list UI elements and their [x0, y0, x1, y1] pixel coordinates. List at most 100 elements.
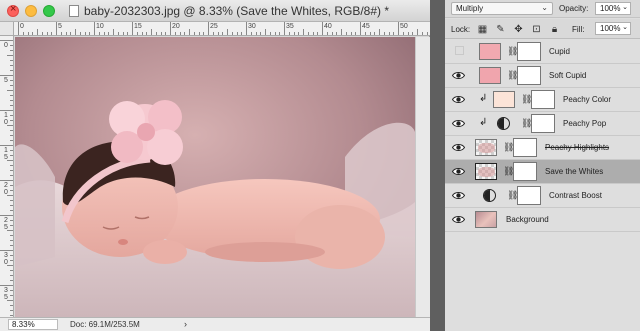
fill-swatch-thumbnail[interactable]	[493, 91, 515, 108]
background-thumbnail[interactable]	[475, 211, 497, 228]
layer-row[interactable]: ⛓ Peachy Highlights	[445, 136, 640, 160]
layer-thumbnail[interactable]	[475, 163, 497, 180]
layer-mask-thumbnail[interactable]	[517, 42, 541, 61]
ruler-tick	[37, 29, 38, 35]
opacity-field[interactable]: 100% ⌄	[595, 2, 631, 15]
layer-thumbnail[interactable]	[475, 139, 497, 156]
ruler-tick	[369, 32, 371, 35]
layer-thumbnail-content	[478, 167, 495, 177]
horizontal-ruler[interactable]: 0 5 10 15 20 25 30 35 40 45 50	[14, 22, 433, 36]
ruler-tick	[288, 32, 290, 35]
ruler-tick	[10, 205, 13, 206]
layer-row[interactable]: ↲ ⛓ Peachy Pop	[445, 112, 640, 136]
ruler-tick	[402, 32, 404, 35]
ruler-tick	[146, 32, 148, 35]
zoom-level-field[interactable]: 8.33%	[8, 319, 58, 330]
eye-icon[interactable]	[451, 95, 466, 104]
status-menu-arrow[interactable]: ›	[184, 319, 187, 329]
ruler-tick	[10, 260, 13, 261]
layer-row[interactable]: ⛓ Soft Cupid	[445, 64, 640, 88]
ruler-tick	[212, 32, 214, 35]
eye-icon[interactable]	[451, 191, 466, 200]
adjustment-layer-icon[interactable]	[497, 117, 510, 130]
ruler-tick	[360, 22, 361, 35]
layer-mask-thumbnail[interactable]	[513, 162, 537, 181]
ruler-tick	[155, 32, 157, 35]
lock-position-icon[interactable]: ✥	[513, 24, 524, 35]
document-title: baby-2032303.jpg @ 8.33% (Save the White…	[84, 4, 390, 18]
layer-name: Soft Cupid	[549, 71, 587, 80]
eye-icon[interactable]	[451, 119, 466, 128]
ruler-tick	[189, 29, 190, 35]
ruler-tick	[51, 32, 53, 35]
ruler-tick	[10, 65, 13, 66]
flower-headpiece	[109, 100, 183, 165]
layer-name: Save the Whites	[545, 167, 604, 176]
ruler-tick-label: 15	[4, 147, 8, 161]
image-canvas[interactable]	[15, 37, 415, 317]
ruler-origin[interactable]	[0, 22, 14, 36]
minimize-window-button[interactable]	[25, 5, 37, 17]
layer-row[interactable]: ⛓ Cupid	[445, 40, 640, 64]
ruler-tick	[203, 32, 205, 35]
layer-mask-thumbnail[interactable]	[531, 114, 555, 133]
title-bar[interactable]: baby-2032303.jpg @ 8.33% (Save the White…	[0, 0, 430, 22]
ruler-tick	[265, 29, 266, 35]
close-window-button[interactable]	[7, 3, 19, 17]
ruler-tick	[307, 32, 309, 35]
ruler-tick	[341, 29, 342, 35]
lock-transparent-pixels-icon[interactable]: ▦	[477, 24, 488, 35]
ruler-tick	[10, 150, 13, 151]
ruler-tick	[10, 245, 13, 246]
eye-icon[interactable]	[451, 167, 466, 176]
lock-image-pixels-icon[interactable]: ✎	[495, 24, 506, 35]
ruler-tick	[10, 280, 13, 281]
fill-swatch-thumbnail[interactable]	[479, 43, 501, 60]
fill-field[interactable]: 100% ⌄	[595, 22, 631, 35]
ruler-tick	[393, 32, 395, 35]
ruler-tick	[174, 32, 176, 35]
layer-mask-thumbnail[interactable]	[513, 138, 537, 157]
layer-row[interactable]: ⛓ Contrast Boost	[445, 184, 640, 208]
eye-icon[interactable]	[451, 215, 466, 224]
chevron-down-icon: ⌄	[541, 3, 548, 12]
ruler-tick	[7, 265, 13, 266]
ruler-tick	[89, 32, 91, 35]
layer-row[interactable]: ↲ ⛓ Peachy Color	[445, 88, 640, 112]
status-bar: 8.33% Doc: 69.1M/253.5M ›	[0, 317, 430, 331]
layer-row[interactable]: Background	[445, 208, 640, 232]
ruler-tick-label: 20	[4, 182, 8, 196]
lock-icon[interactable]: 🔒︎	[549, 24, 560, 35]
ruler-tick	[184, 32, 186, 35]
ruler-tick	[0, 180, 13, 181]
document-icon	[69, 5, 79, 17]
ruler-tick	[412, 32, 414, 35]
ruler-tick	[10, 255, 13, 256]
panel-divider	[430, 0, 445, 331]
layer-mask-thumbnail[interactable]	[517, 186, 541, 205]
layer-thumbnail-content	[478, 143, 495, 153]
fill-swatch-thumbnail[interactable]	[479, 67, 501, 84]
ruler-tick	[10, 140, 13, 141]
eye-icon[interactable]	[451, 143, 466, 152]
ruler-tick	[250, 32, 252, 35]
ruler-tick	[27, 32, 29, 35]
ruler-tick-label: 0	[4, 42, 8, 49]
ruler-tick	[75, 29, 76, 35]
ruler-tick	[179, 32, 181, 35]
layer-row[interactable]: ⛓ Save the Whites	[445, 160, 640, 184]
eye-icon[interactable]	[451, 71, 466, 80]
ruler-tick	[108, 32, 110, 35]
visibility-toggle[interactable]	[455, 46, 464, 55]
zoom-window-button[interactable]	[43, 5, 55, 17]
adjustment-layer-icon[interactable]	[483, 189, 496, 202]
layer-mask-thumbnail[interactable]	[517, 66, 541, 85]
baby-photo	[15, 37, 415, 317]
ruler-tick-label: 5	[4, 77, 8, 84]
blend-mode-select[interactable]: Multiply ⌄	[451, 2, 553, 15]
lock-artboard-icon[interactable]: ⊡	[531, 24, 542, 35]
vertical-ruler[interactable]: 0 5 10 15 20 25 30 35	[0, 36, 14, 317]
ruler-tick	[32, 32, 34, 35]
layer-mask-thumbnail[interactable]	[531, 90, 555, 109]
vertical-scrollbar[interactable]	[415, 37, 430, 317]
